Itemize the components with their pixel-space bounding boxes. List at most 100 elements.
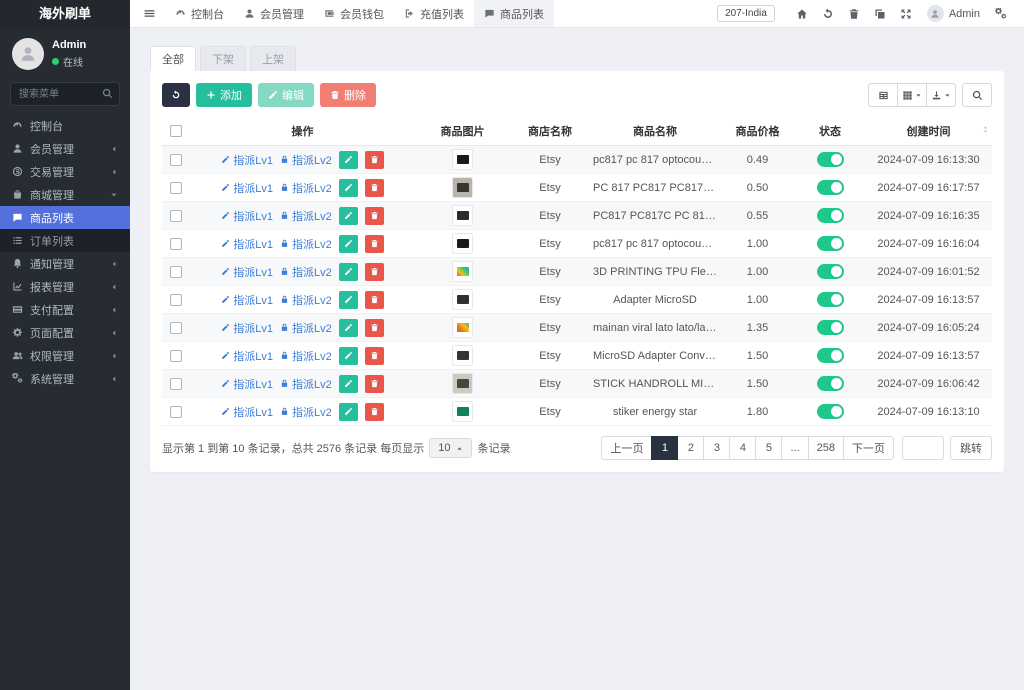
tab-down[interactable]: 下架: [200, 46, 246, 71]
row-edit-button[interactable]: [338, 346, 358, 365]
status-toggle[interactable]: [816, 376, 844, 391]
row-checkbox[interactable]: [170, 293, 182, 306]
delete-button[interactable]: 删除: [320, 83, 376, 107]
sidebar-item-payment[interactable]: 支付配置: [0, 298, 130, 321]
row-edit-button[interactable]: [338, 318, 358, 337]
assign-lv1-link[interactable]: 指派Lv1: [221, 404, 273, 420]
status-toggle[interactable]: [816, 292, 844, 307]
row-delete-button[interactable]: [364, 374, 384, 393]
row-checkbox[interactable]: [170, 237, 182, 250]
assign-lv1-link[interactable]: 指派Lv1: [221, 180, 273, 196]
card-view-button[interactable]: [868, 83, 898, 107]
sidebar-item-trade[interactable]: 交易管理: [0, 160, 130, 183]
status-toggle[interactable]: [816, 208, 844, 223]
row-delete-button[interactable]: [364, 178, 384, 197]
topnav-item-members[interactable]: 会员管理: [234, 0, 314, 27]
sidebar-item-goods-list[interactable]: 商品列表: [0, 206, 130, 229]
sidebar-item-reports[interactable]: 报表管理: [0, 275, 130, 298]
sidebar-item-members[interactable]: 会员管理: [0, 137, 130, 160]
row-checkbox[interactable]: [170, 181, 182, 194]
status-toggle[interactable]: [816, 264, 844, 279]
page-button[interactable]: 2: [677, 436, 705, 460]
columns-button[interactable]: [897, 83, 927, 107]
user-menu[interactable]: Admin: [926, 5, 980, 22]
page-button[interactable]: 1: [651, 436, 679, 460]
row-edit-button[interactable]: [338, 234, 358, 253]
assign-lv2-link[interactable]: 指派Lv2: [280, 180, 332, 196]
row-delete-button[interactable]: [364, 402, 384, 421]
assign-lv2-link[interactable]: 指派Lv2: [280, 404, 332, 420]
assign-lv2-link[interactable]: 指派Lv2: [280, 236, 332, 252]
assign-lv2-link[interactable]: 指派Lv2: [280, 320, 332, 336]
status-toggle[interactable]: [816, 404, 844, 419]
jump-page-input[interactable]: [902, 436, 944, 460]
page-button[interactable]: 258: [807, 436, 844, 460]
add-button[interactable]: 添加: [196, 83, 252, 107]
row-checkbox[interactable]: [170, 265, 182, 278]
topnav-item-dashboard[interactable]: 控制台: [165, 0, 234, 27]
row-checkbox[interactable]: [170, 321, 182, 334]
sidebar-item-mall[interactable]: 商城管理: [0, 183, 130, 206]
sidebar-item-pages[interactable]: 页面配置: [0, 321, 130, 344]
edit-button[interactable]: 编辑: [258, 83, 314, 107]
assign-lv2-link[interactable]: 指派Lv2: [280, 376, 332, 392]
settings-cogs-icon[interactable]: [995, 8, 1007, 20]
row-checkbox[interactable]: [170, 377, 182, 390]
jump-button[interactable]: 跳转: [950, 436, 992, 460]
row-checkbox[interactable]: [170, 153, 182, 166]
row-delete-button[interactable]: [364, 150, 384, 169]
assign-lv1-link[interactable]: 指派Lv1: [221, 292, 273, 308]
page-size-select[interactable]: 10: [429, 438, 473, 458]
assign-lv1-link[interactable]: 指派Lv1: [221, 208, 273, 224]
row-edit-button[interactable]: [338, 206, 358, 225]
assign-lv1-link[interactable]: 指派Lv1: [221, 264, 273, 280]
assign-lv1-link[interactable]: 指派Lv1: [221, 236, 273, 252]
assign-lv1-link[interactable]: 指派Lv1: [221, 152, 273, 168]
status-toggle[interactable]: [816, 152, 844, 167]
row-checkbox[interactable]: [170, 349, 182, 362]
assign-lv2-link[interactable]: 指派Lv2: [280, 208, 332, 224]
assign-lv2-link[interactable]: 指派Lv2: [280, 292, 332, 308]
sidebar-item-perms[interactable]: 权限管理: [0, 344, 130, 367]
hamburger-menu-icon[interactable]: [134, 0, 165, 27]
table-search-button[interactable]: [962, 83, 992, 107]
fullscreen-icon[interactable]: [900, 8, 912, 20]
row-delete-button[interactable]: [364, 346, 384, 365]
row-delete-button[interactable]: [364, 234, 384, 253]
assign-lv2-link[interactable]: 指派Lv2: [280, 264, 332, 280]
row-edit-button[interactable]: [338, 178, 358, 197]
sidebar-item-dashboard[interactable]: 控制台: [0, 114, 130, 137]
topnav-item-wallet[interactable]: 会员钱包: [314, 0, 394, 27]
select-all-checkbox[interactable]: [170, 125, 182, 138]
status-toggle[interactable]: [816, 348, 844, 363]
sidebar-item-system[interactable]: 系统管理: [0, 367, 130, 390]
row-edit-button[interactable]: [338, 374, 358, 393]
row-delete-button[interactable]: [364, 206, 384, 225]
export-button[interactable]: [926, 83, 956, 107]
page-button[interactable]: 5: [755, 436, 783, 460]
status-toggle[interactable]: [816, 320, 844, 335]
sidebar-item-orders-list[interactable]: 订单列表: [0, 229, 130, 252]
assign-lv2-link[interactable]: 指派Lv2: [280, 348, 332, 364]
topnav-item-recharge[interactable]: 充值列表: [394, 0, 474, 27]
refresh-icon[interactable]: [822, 8, 834, 20]
sidebar-item-notify[interactable]: 通知管理: [0, 252, 130, 275]
page-button[interactable]: 3: [703, 436, 731, 460]
assign-lv1-link[interactable]: 指派Lv1: [221, 376, 273, 392]
topnav-item-goods[interactable]: 商品列表: [474, 0, 554, 27]
trash-icon[interactable]: [848, 8, 860, 20]
row-edit-button[interactable]: [338, 262, 358, 281]
home-icon[interactable]: [796, 8, 808, 20]
row-edit-button[interactable]: [338, 150, 358, 169]
page-button[interactable]: 4: [729, 436, 757, 460]
refresh-button[interactable]: [162, 83, 190, 107]
tab-all[interactable]: 全部: [150, 46, 196, 71]
status-toggle[interactable]: [816, 236, 844, 251]
page-button[interactable]: 上一页: [601, 436, 653, 460]
assign-lv1-link[interactable]: 指派Lv1: [221, 348, 273, 364]
row-edit-button[interactable]: [338, 290, 358, 309]
row-delete-button[interactable]: [364, 262, 384, 281]
region-select-button[interactable]: 207-India: [717, 5, 775, 22]
row-edit-button[interactable]: [338, 402, 358, 421]
row-checkbox[interactable]: [170, 405, 182, 418]
